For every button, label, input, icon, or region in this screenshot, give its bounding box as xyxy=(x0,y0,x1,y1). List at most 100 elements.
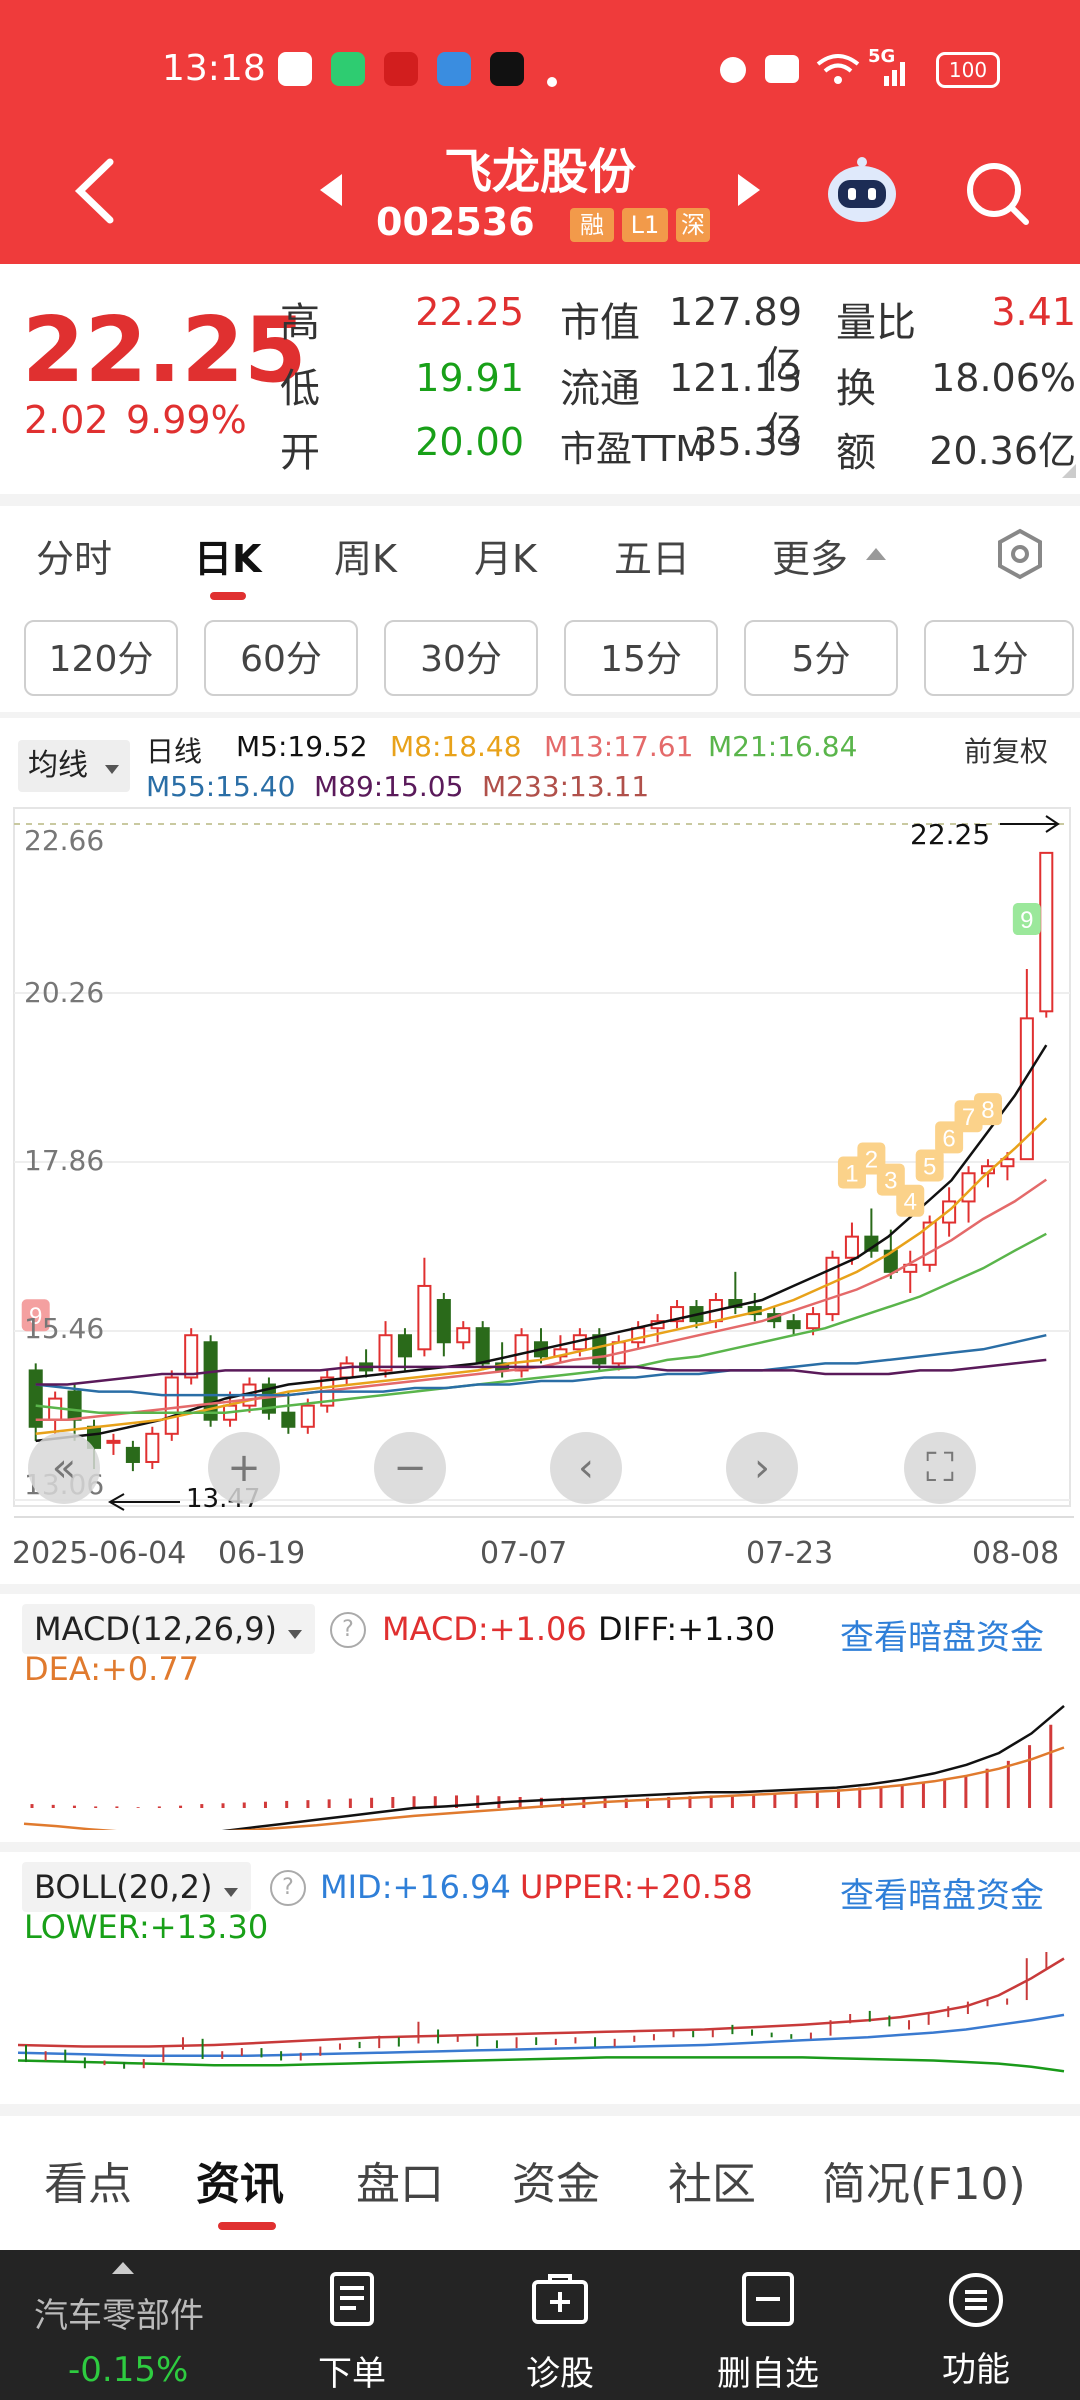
nine-turn-label: 4 xyxy=(904,1189,917,1216)
candle-body xyxy=(456,1327,471,1344)
view-dark-pool-funds-link[interactable]: 查看暗盘资金 xyxy=(840,1610,1044,1659)
search-icon[interactable] xyxy=(962,158,1032,228)
caret-down-icon xyxy=(288,1630,303,1639)
period-15min-button[interactable]: 15分 xyxy=(564,620,718,696)
margin-tag: 融 xyxy=(570,208,614,242)
y-tick-label: 20.26 xyxy=(24,976,105,1009)
order-label: 下单 xyxy=(318,2354,386,2394)
remove-watchlist-button[interactable]: 删自选 xyxy=(660,2250,876,2400)
scroll-left-double-button[interactable]: « xyxy=(28,1432,100,1504)
macd-selector[interactable]: MACD(12,26,9) xyxy=(22,1604,316,1654)
zoom-in-button[interactable]: + xyxy=(208,1432,280,1504)
order-button[interactable]: 下单 xyxy=(244,2250,460,2400)
section-divider xyxy=(0,2104,1080,2116)
high-marker-label: 22.25 xyxy=(910,818,991,851)
ma233-label: M233:13.11 xyxy=(482,770,650,803)
tab-daily-k[interactable]: 日K xyxy=(194,528,261,583)
period-120min-button[interactable]: 120分 xyxy=(24,620,178,696)
zoom-out-button[interactable]: − xyxy=(374,1432,446,1504)
prev-stock-icon[interactable] xyxy=(316,172,346,208)
low-label: 低 xyxy=(280,366,320,412)
tab-highlights[interactable]: 看点 xyxy=(44,2148,132,2212)
level1-tag: L1 xyxy=(622,208,668,242)
candle-body xyxy=(106,1439,121,1444)
x-tick-label: 07-23 xyxy=(746,1536,834,1571)
sector-info[interactable]: 汽车零部件 -0.15% xyxy=(0,2250,250,2400)
section-divider xyxy=(0,494,1080,506)
amount-label: 额 xyxy=(836,430,876,476)
caret-up-icon[interactable] xyxy=(864,544,888,562)
nine-turn-label: 6 xyxy=(942,1125,955,1152)
boll-chart xyxy=(17,1952,1065,2073)
tab-funds[interactable]: 资金 xyxy=(512,2148,600,2212)
period-60min-button[interactable]: 60分 xyxy=(204,620,358,696)
boll-lower-line xyxy=(17,2056,1065,2073)
remove-watchlist-label: 删自选 xyxy=(717,2354,819,2394)
tab-f10-profile[interactable]: 简况(F10) xyxy=(822,2148,1026,2212)
wifi-icon xyxy=(816,54,860,84)
tab-more[interactable]: 更多 xyxy=(772,528,848,583)
high-label: 高 xyxy=(280,300,320,346)
macd-chart xyxy=(23,1704,1065,1830)
kline-chart[interactable]: 91234567 89 xyxy=(0,800,1080,1520)
scroll-right-button[interactable]: › xyxy=(726,1432,798,1504)
x-tick-label: 07-07 xyxy=(480,1536,568,1571)
boll-lower-value: LOWER:+13.30 xyxy=(24,1908,269,1946)
volume-ratio-label: 量比 xyxy=(836,300,916,346)
tab-monthly-k[interactable]: 月K xyxy=(474,528,537,583)
price-change: 2.02 xyxy=(24,398,109,442)
settings-hexagon-icon[interactable] xyxy=(994,528,1046,580)
fullscreen-button[interactable]: ⛶ xyxy=(904,1432,976,1504)
tab-news[interactable]: 资讯 xyxy=(196,2148,284,2212)
functions-label: 功能 xyxy=(942,2350,1010,2390)
boll-selector[interactable]: BOLL(20,2) xyxy=(22,1862,251,1912)
tab-weekly-k[interactable]: 周K xyxy=(334,528,397,583)
back-arrow-icon[interactable] xyxy=(70,156,120,226)
alarm-icon xyxy=(720,57,746,83)
section-divider xyxy=(0,1584,1080,1594)
turnover-value: 18.06% xyxy=(931,356,1076,400)
exchange-tag: 深 xyxy=(676,208,710,242)
expand-corner-icon[interactable] xyxy=(1058,460,1078,480)
hd-icon xyxy=(765,55,799,83)
functions-button[interactable]: 功能 xyxy=(868,2250,1080,2400)
adjust-mode-button[interactable]: 前复权 xyxy=(964,730,1048,770)
candle-body xyxy=(475,1327,490,1365)
line-type-label: 日线 xyxy=(146,735,203,768)
tab-five-day[interactable]: 五日 xyxy=(614,528,690,583)
candle-body xyxy=(592,1334,607,1365)
period-30min-button[interactable]: 30分 xyxy=(384,620,538,696)
stock-name: 飞龙股份 xyxy=(443,144,636,200)
candle-body xyxy=(281,1411,296,1428)
tab-community[interactable]: 社区 xyxy=(668,2148,756,2212)
candle-body xyxy=(184,1334,199,1379)
caret-down-icon xyxy=(104,765,119,774)
candle-body xyxy=(844,1235,859,1259)
boll-mid-value: MID:+16.94 xyxy=(320,1868,511,1906)
section-divider xyxy=(0,1842,1080,1852)
high-arrow xyxy=(1000,815,1060,833)
tab-order-book[interactable]: 盘口 xyxy=(356,2148,444,2212)
ma21-label: M21:16.84 xyxy=(708,730,858,763)
tab-timeshare[interactable]: 分时 xyxy=(36,528,112,583)
macd-dea-line xyxy=(23,1746,1065,1830)
next-stock-icon[interactable] xyxy=(734,172,764,208)
active-tab-indicator xyxy=(218,2222,276,2230)
x-tick-label: 2025-06-04 xyxy=(12,1536,187,1571)
app-icon xyxy=(278,52,312,86)
macd-diff-line xyxy=(221,1704,1065,1830)
nine-turn-label: 2 xyxy=(865,1146,878,1173)
period-1min-button[interactable]: 1分 xyxy=(924,620,1074,696)
view-dark-pool-funds-link[interactable]: 查看暗盘资金 xyxy=(840,1868,1044,1917)
candle-body xyxy=(28,1369,43,1428)
diagnose-button[interactable]: 诊股 xyxy=(452,2250,668,2400)
help-icon[interactable]: ? xyxy=(270,1870,306,1906)
ma-selector-button[interactable]: 均线 xyxy=(18,740,130,792)
robot-assistant-icon[interactable] xyxy=(822,156,902,226)
x-axis-line xyxy=(14,1516,1074,1518)
scroll-left-button[interactable]: ‹ xyxy=(550,1432,622,1504)
period-5min-button[interactable]: 5分 xyxy=(744,620,898,696)
help-icon[interactable]: ? xyxy=(330,1612,366,1648)
ma13-label: M13:17.61 xyxy=(544,730,694,763)
active-tab-indicator xyxy=(210,592,246,600)
